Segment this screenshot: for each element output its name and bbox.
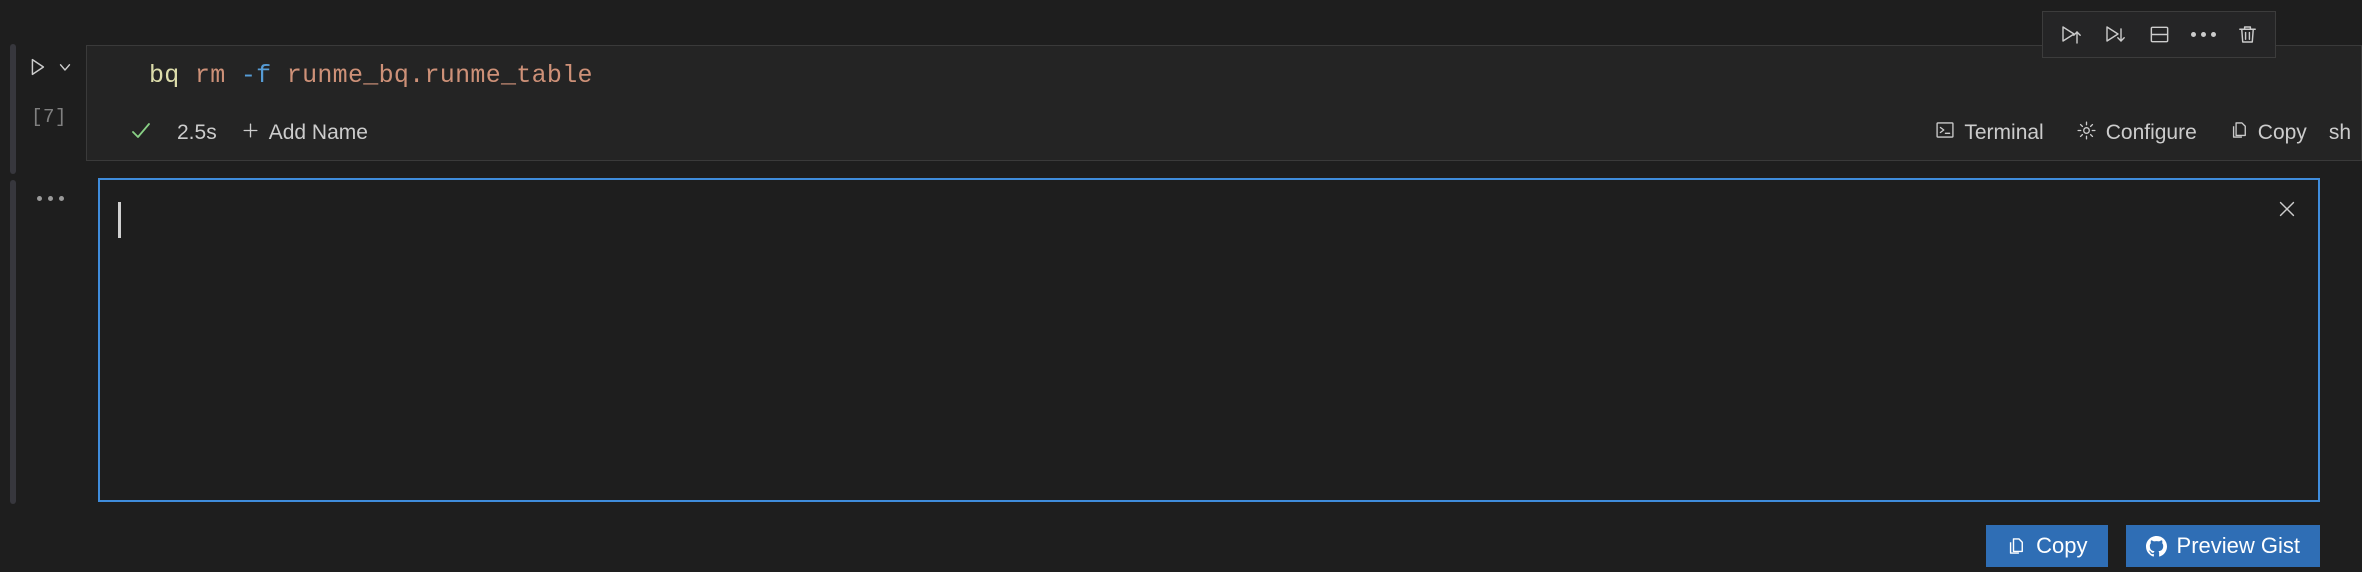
cell-run-gutter: [7] bbox=[20, 44, 84, 162]
copy-icon bbox=[2006, 536, 2026, 556]
copy-icon bbox=[2229, 120, 2249, 146]
configure-label: Configure bbox=[2105, 121, 2197, 144]
run-below-icon[interactable] bbox=[2093, 15, 2137, 55]
code-token-command: bq bbox=[149, 60, 180, 90]
copy-output-button[interactable]: Copy bbox=[1986, 525, 2108, 567]
github-icon bbox=[2145, 535, 2167, 557]
run-cell-button[interactable] bbox=[24, 54, 50, 80]
copy-output-label: Copy bbox=[2036, 533, 2088, 558]
execution-count: [7] bbox=[31, 106, 67, 128]
terminal-icon bbox=[1935, 120, 1955, 146]
cell-status-bar: 2.5s Add Name Terminal Configure Copy sh bbox=[87, 104, 2361, 162]
copy-code-label: Copy bbox=[2257, 121, 2307, 144]
output-actions: Copy Preview Gist bbox=[1986, 525, 2320, 567]
add-name-button[interactable]: Add Name bbox=[229, 117, 380, 150]
gear-icon bbox=[2076, 120, 2097, 147]
copy-code-button[interactable]: Copy bbox=[2215, 116, 2321, 150]
trash-icon[interactable] bbox=[2225, 15, 2269, 55]
close-icon[interactable] bbox=[2270, 192, 2304, 226]
add-name-label: Add Name bbox=[268, 121, 368, 144]
code-token-flag: -f bbox=[240, 60, 272, 90]
code-token-target: runme_bq.runme_table bbox=[286, 60, 593, 90]
status-duration: 2.5s bbox=[177, 121, 217, 144]
more-actions-icon[interactable] bbox=[2181, 15, 2225, 55]
run-above-icon[interactable] bbox=[2049, 15, 2093, 55]
cell-status-right: Terminal Configure Copy sh bbox=[1921, 116, 2361, 151]
code-token-subcommand: rm bbox=[194, 60, 226, 90]
cell-focus-indicator bbox=[10, 44, 16, 174]
chevron-down-icon[interactable] bbox=[54, 56, 76, 78]
cell-status-left: 2.5s Add Name bbox=[117, 115, 380, 151]
output-focus-indicator bbox=[10, 180, 16, 504]
preview-gist-button[interactable]: Preview Gist bbox=[2125, 525, 2320, 567]
code-line[interactable]: bq rm -f runme_bq.runme_table bbox=[87, 46, 2361, 104]
cell-language-selector[interactable]: sh bbox=[2325, 117, 2361, 149]
preview-gist-label: Preview Gist bbox=[2176, 533, 2300, 558]
plus-icon bbox=[241, 121, 260, 146]
terminal-button[interactable]: Terminal bbox=[1921, 116, 2057, 150]
configure-button[interactable]: Configure bbox=[2062, 116, 2211, 151]
cell-toolbar bbox=[2042, 11, 2276, 58]
terminal-label: Terminal bbox=[1964, 121, 2044, 144]
cell-output-terminal[interactable] bbox=[98, 178, 2320, 502]
output-more-actions-icon[interactable] bbox=[22, 185, 78, 211]
status-success bbox=[117, 115, 165, 151]
split-cell-icon[interactable] bbox=[2137, 15, 2181, 55]
code-cell[interactable]: bq rm -f runme_bq.runme_table 2.5s Add N… bbox=[86, 45, 2362, 161]
terminal-cursor bbox=[118, 202, 121, 238]
check-icon bbox=[129, 119, 153, 147]
